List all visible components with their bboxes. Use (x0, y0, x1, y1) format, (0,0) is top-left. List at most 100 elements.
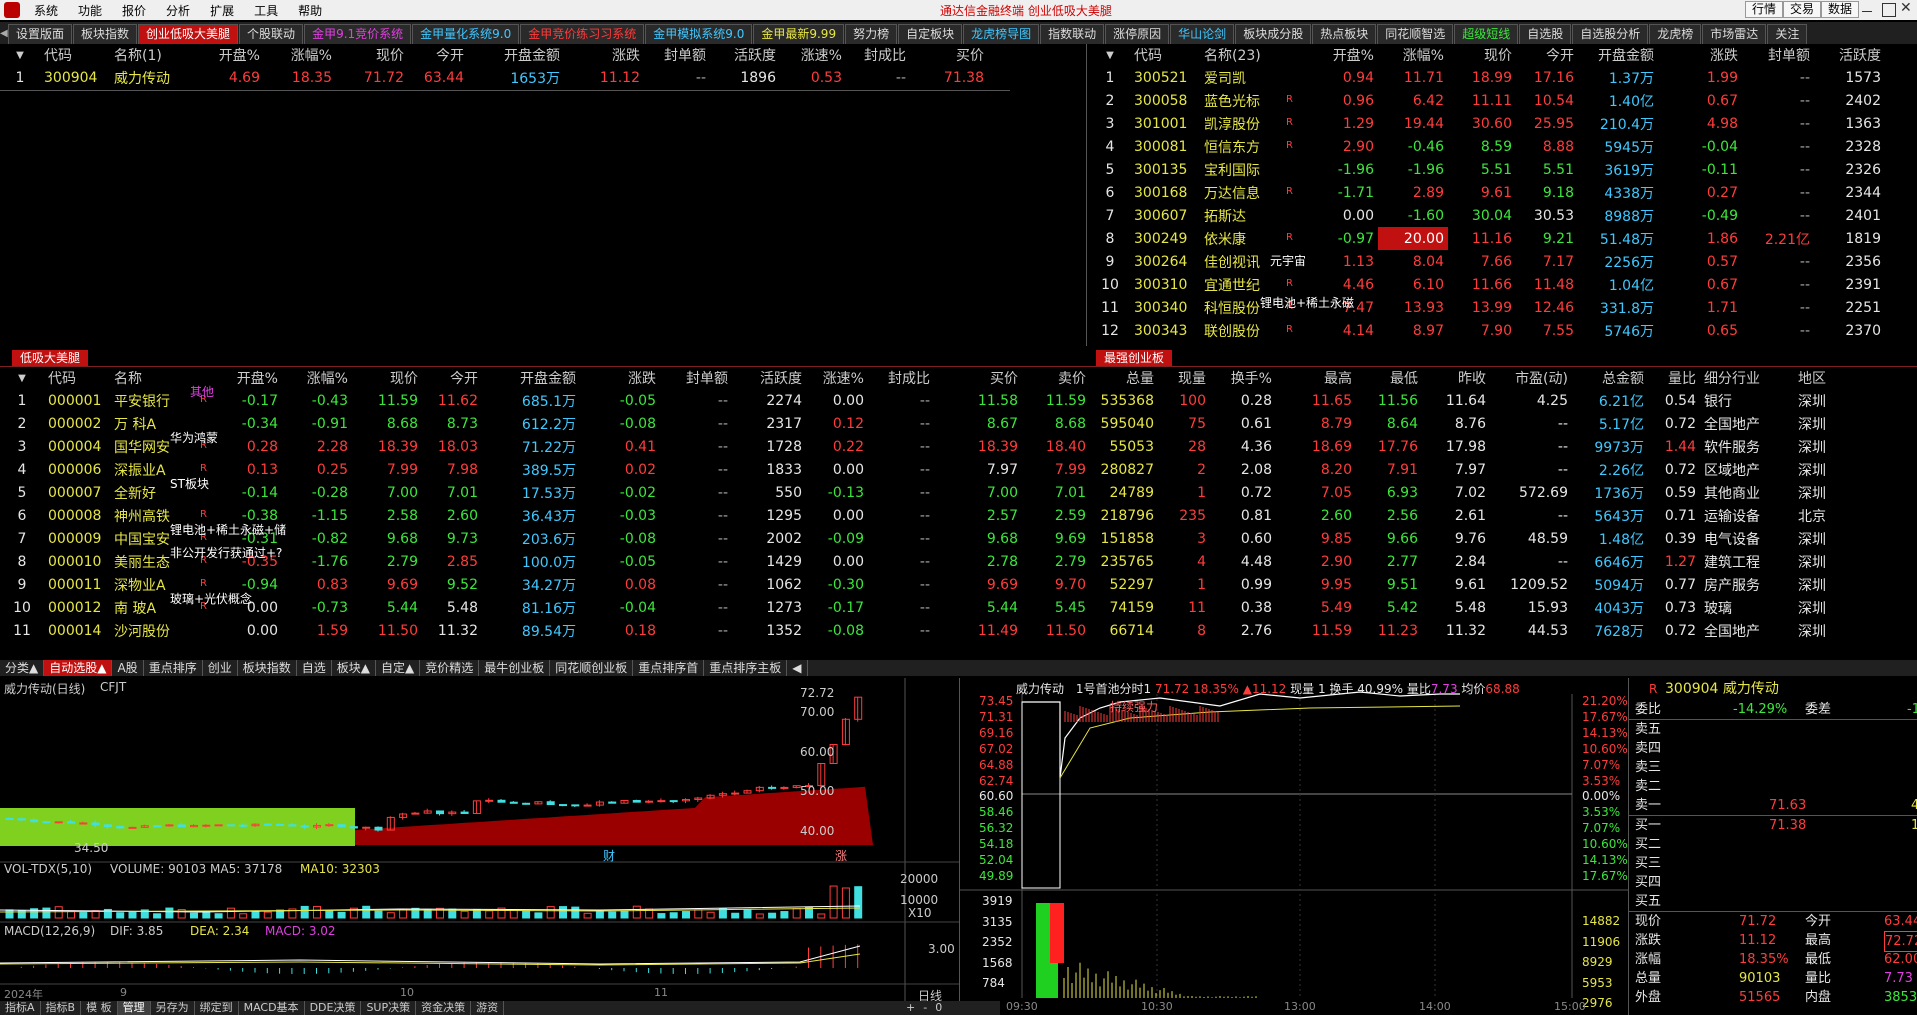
tab-18[interactable]: 超级短线 (1454, 24, 1519, 44)
menu-item-5[interactable]: 工具 (244, 2, 288, 19)
column-header[interactable]: 卖价 (1022, 367, 1090, 389)
column-header[interactable]: 现价 (1448, 44, 1516, 66)
column-header[interactable]: 活跃度 (710, 44, 780, 66)
bottom-tab-3[interactable]: 重点排序 (144, 660, 203, 676)
table-row[interactable]: 11 000014 沙河股份 0.00 1.59 11.50 11.32 89.54万 0.18… (0, 619, 1846, 642)
bottom-tab-7[interactable]: 板块▲ (332, 660, 376, 676)
header-sort-icon[interactable]: ▼ (0, 44, 40, 66)
minimize-icon[interactable] (1862, 3, 1876, 17)
column-header[interactable]: 封单额 (660, 367, 732, 389)
table-row[interactable]: 8 300249 依米康 R -0.97 20.00 11.16 9.21 51.48万 1.86… (1090, 227, 1885, 250)
tab-12[interactable]: 指数联动 (1040, 24, 1105, 44)
column-header[interactable]: 涨幅% (282, 367, 352, 389)
indicator-tab-1[interactable]: 指标B (41, 1001, 82, 1015)
menu-item-2[interactable]: 报价 (112, 2, 156, 19)
tab-10[interactable]: 自定板块 (898, 24, 963, 44)
column-header[interactable]: 今开 (408, 44, 468, 66)
column-header[interactable]: 代码 (44, 367, 110, 389)
table-row[interactable]: 11 300340 科恒股份 R 7.47 13.93 13.99 12.46 331.8万 1.… (1090, 296, 1885, 319)
column-header[interactable]: 涨跌 (1658, 44, 1742, 66)
table-row[interactable]: 6 300168 万达信息 R -1.71 2.89 9.61 9.18 4338万 0.27 --… (1090, 181, 1885, 204)
column-header[interactable]: 现量 (1158, 367, 1210, 389)
buy-row[interactable]: 买三 (1629, 854, 1917, 873)
column-header[interactable]: 总金额 (1572, 367, 1648, 389)
table-row[interactable]: 5 000007 全新好 ST板块 -0.14 -0.28 7.00 7.01 17.53万 -0… (0, 477, 1846, 504)
bottom-tab-13[interactable]: 重点排序主板 (704, 660, 788, 676)
indicator-tab-6[interactable]: MACD基本 (239, 1001, 305, 1015)
maximize-icon[interactable] (1882, 3, 1896, 17)
zoom-in-button[interactable]: + (906, 1001, 915, 1015)
column-header[interactable]: 代码 (40, 44, 110, 66)
bottom-tab-4[interactable]: 创业 (203, 660, 238, 676)
indicator-tab-0[interactable]: 指标A (0, 1001, 41, 1015)
tab-15[interactable]: 板块成分股 (1235, 24, 1312, 44)
column-header[interactable]: 买价 (910, 44, 988, 66)
buy-row[interactable]: 买二 (1629, 835, 1917, 854)
table-row[interactable]: 1 000001 平安银行 R 其他 -0.17 -0.43 11.59 11.62 685.1万… (0, 385, 1846, 412)
tab-4[interactable]: 金甲9.1竞价系统 (304, 24, 412, 44)
column-header[interactable]: 封单额 (644, 44, 710, 66)
indicator-tab-7[interactable]: DDE决策 (305, 1001, 362, 1015)
trade-button[interactable]: 交易 (1783, 1, 1822, 18)
tab-17[interactable]: 同花顺智选 (1377, 24, 1454, 44)
column-header[interactable]: 开盘金额 (482, 367, 580, 389)
tab-14[interactable]: 华山论剑 (1170, 24, 1235, 44)
column-header[interactable]: 开盘% (1312, 44, 1378, 66)
table-row[interactable]: 2 300058 蓝色光标 R 0.96 6.42 11.11 10.54 1.40亿 0.67 -… (1090, 89, 1885, 112)
menu-item-1[interactable]: 功能 (68, 2, 112, 19)
table-row[interactable]: 3 301001 凯淳股份 R 1.29 19.44 30.60 25.95 210.4万 4.9… (1090, 112, 1885, 135)
column-header[interactable]: 开盘% (196, 44, 264, 66)
menu-item-3[interactable]: 分析 (156, 2, 200, 19)
table-row[interactable]: 5 300135 宝利国际 -1.96 -1.96 5.51 5.51 3619万 -0.11 -… (1090, 158, 1885, 181)
bottom-tab-scroll-icon[interactable]: ◀ (787, 660, 808, 676)
indicator-tab-4[interactable]: 另存为 (151, 1001, 195, 1015)
section-label-dixi[interactable]: 低吸大美腿 (12, 350, 89, 366)
column-header[interactable]: 活跃度 (732, 367, 806, 389)
table-row[interactable]: 3 000004 国华网安 R 华为鸿蒙 0.28 2.28 18.39 18.03 71.22万… (0, 431, 1846, 458)
bottom-tab-12[interactable]: 重点排序首 (633, 660, 705, 676)
tab-6[interactable]: 金甲竞价练习习系统 (520, 24, 645, 44)
indicator-tab-3[interactable]: 管理 (117, 1001, 151, 1015)
column-header[interactable]: 市盈(动) (1490, 367, 1572, 389)
column-header[interactable]: 涨速% (780, 44, 846, 66)
column-header[interactable]: 细分行业 (1700, 367, 1794, 389)
tab-11[interactable]: 龙虎榜导图 (963, 24, 1040, 44)
sell-row[interactable]: 卖三 (1629, 758, 1917, 777)
column-header[interactable]: 买价 (934, 367, 1022, 389)
column-header[interactable]: 开盘% (228, 367, 282, 389)
zoom-reset-button[interactable]: 0 (935, 1001, 942, 1015)
table-row[interactable]: 12 300343 联创股份 R 4.14 8.97 7.90 7.55 5746万 0.65 --… (1090, 319, 1885, 342)
period-label[interactable]: 日线 (918, 987, 942, 1001)
column-header[interactable]: 现价 (352, 367, 422, 389)
buy-row[interactable]: 买五 (1629, 892, 1917, 911)
bottom-tab-9[interactable]: 竞价精选 (420, 660, 480, 676)
tab-3[interactable]: 个股联动 (239, 24, 304, 44)
zoom-out-button[interactable]: - (923, 1001, 927, 1015)
column-header[interactable]: 量比 (1648, 367, 1700, 389)
column-header[interactable]: 总量 (1090, 367, 1158, 389)
table-row[interactable]: 4 000006 深振业A R 0.13 0.25 7.99 7.98 389.5万 0.02 --… (0, 458, 1846, 481)
buy-row[interactable]: 买四 (1629, 873, 1917, 892)
bottom-tab-6[interactable]: 自选 (297, 660, 332, 676)
column-header[interactable]: 名称(1) (110, 44, 196, 66)
tab-9[interactable]: 努力榜 (845, 24, 898, 44)
column-header[interactable]: 涨幅% (264, 44, 336, 66)
column-header[interactable]: 换手% (1210, 367, 1276, 389)
tab-16[interactable]: 热点板块 (1312, 24, 1377, 44)
column-header[interactable]: 封成比 (868, 367, 934, 389)
column-header[interactable]: 现价 (336, 44, 408, 66)
indicator-tab-5[interactable]: 绑定到 (195, 1001, 239, 1015)
bottom-tab-0[interactable]: 分类▲ (0, 660, 45, 676)
header-sort-icon[interactable]: ▼ (1090, 44, 1130, 66)
bottom-tab-10[interactable]: 最牛创业板 (479, 660, 551, 676)
column-header[interactable]: 涨速% (806, 367, 868, 389)
tab-1[interactable]: 板块指数 (73, 24, 138, 44)
table-row[interactable]: 1 300904 威力传动 4.69 18.35 71.72 63.44 1653万 11.12… (0, 66, 988, 89)
menu-item-6[interactable]: 帮助 (288, 2, 332, 19)
intraday-chart[interactable] (960, 678, 1628, 1015)
tab-2[interactable]: 创业低吸大美腿 (138, 24, 239, 44)
column-header[interactable]: 今开 (422, 367, 482, 389)
table-row[interactable]: 4 300081 恒信东方 R 2.90 -0.46 8.59 8.88 5945万 -0.04 -… (1090, 135, 1885, 158)
column-header[interactable]: 地区 (1794, 367, 1846, 389)
column-header[interactable]: 代码 (1130, 44, 1200, 66)
